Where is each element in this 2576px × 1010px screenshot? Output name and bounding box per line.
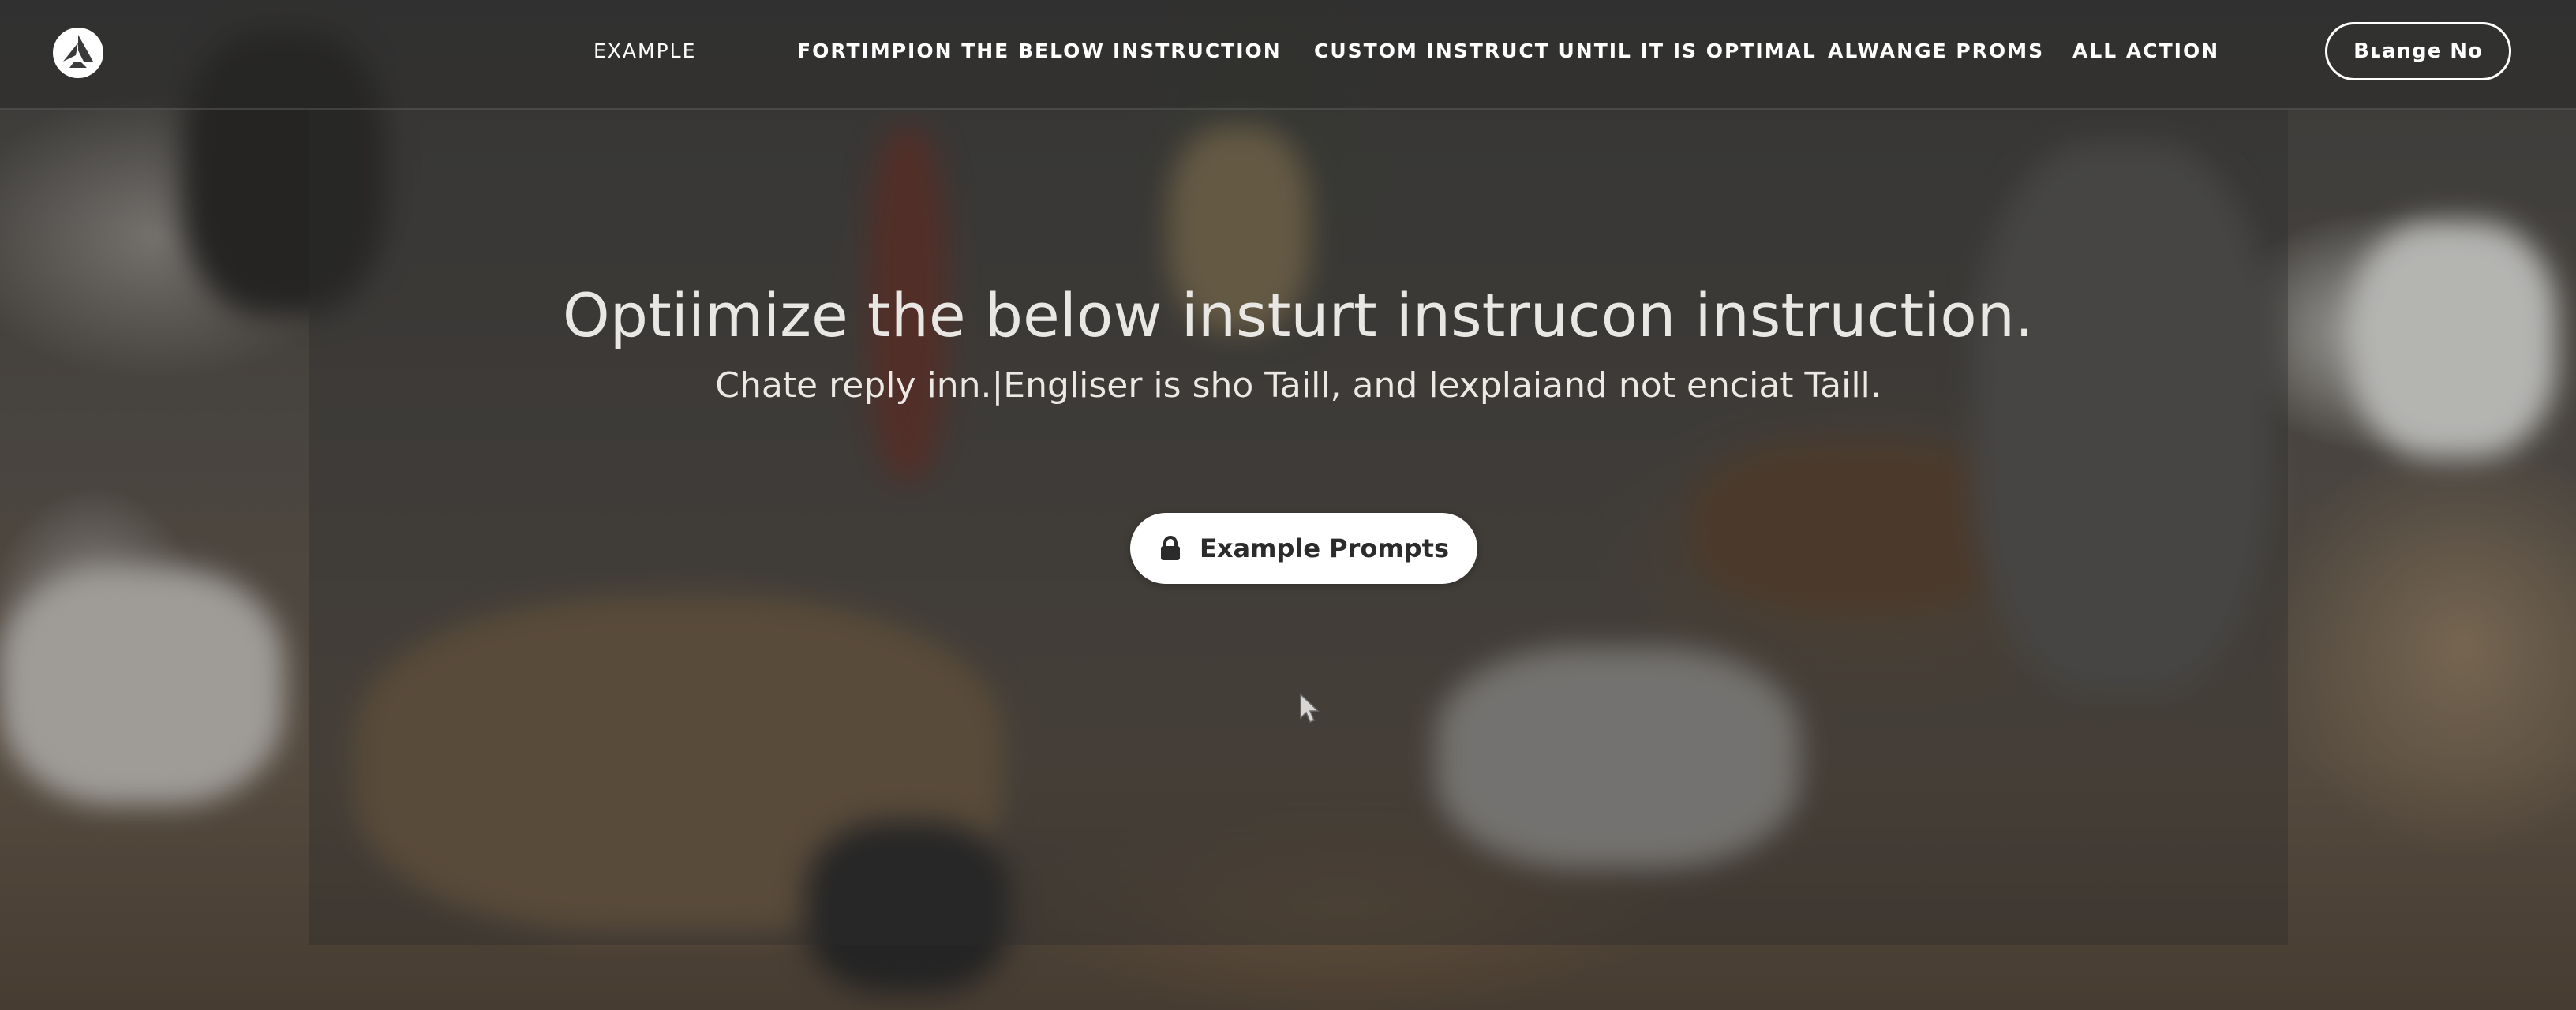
example-prompts-label: Example Prompts bbox=[1200, 533, 1449, 563]
nav-link-fortimpion[interactable]: FORTIMPION THE BELOW bbox=[797, 38, 1105, 65]
nav-link-custom-instruct[interactable]: CUSTOM INSTRUCT UNTIL IT IS OPTIMAL bbox=[1314, 38, 1817, 65]
top-navbar: EXAMPLE FORTIMPION THE BELOW INSTRUCTION… bbox=[0, 0, 2576, 110]
brand-logo-icon[interactable] bbox=[52, 27, 104, 79]
example-prompts-button[interactable]: Example Prompts bbox=[1130, 513, 1477, 584]
page: EXAMPLE FORTIMPION THE BELOW INSTRUCTION… bbox=[0, 0, 2576, 1010]
nav-link-all-action[interactable]: ALL ACTION bbox=[2072, 38, 2219, 65]
hero-title: Optiimize the below insturt instrucon in… bbox=[562, 280, 2035, 350]
nav-link-instruction[interactable]: INSTRUCTION bbox=[1113, 38, 1282, 65]
mouse-pointer-icon bbox=[1300, 693, 1320, 723]
hero-subtitle: Chate reply inn.|Engliser is sho Taill, … bbox=[715, 365, 1881, 406]
nav-link-alwange-proms[interactable]: ALWANGE PROMS bbox=[1828, 38, 2044, 65]
nav-cta-button[interactable]: Bʟange No bbox=[2325, 22, 2511, 80]
nav-link-example[interactable]: EXAMPLE bbox=[593, 38, 696, 65]
lock-icon bbox=[1161, 536, 1181, 560]
